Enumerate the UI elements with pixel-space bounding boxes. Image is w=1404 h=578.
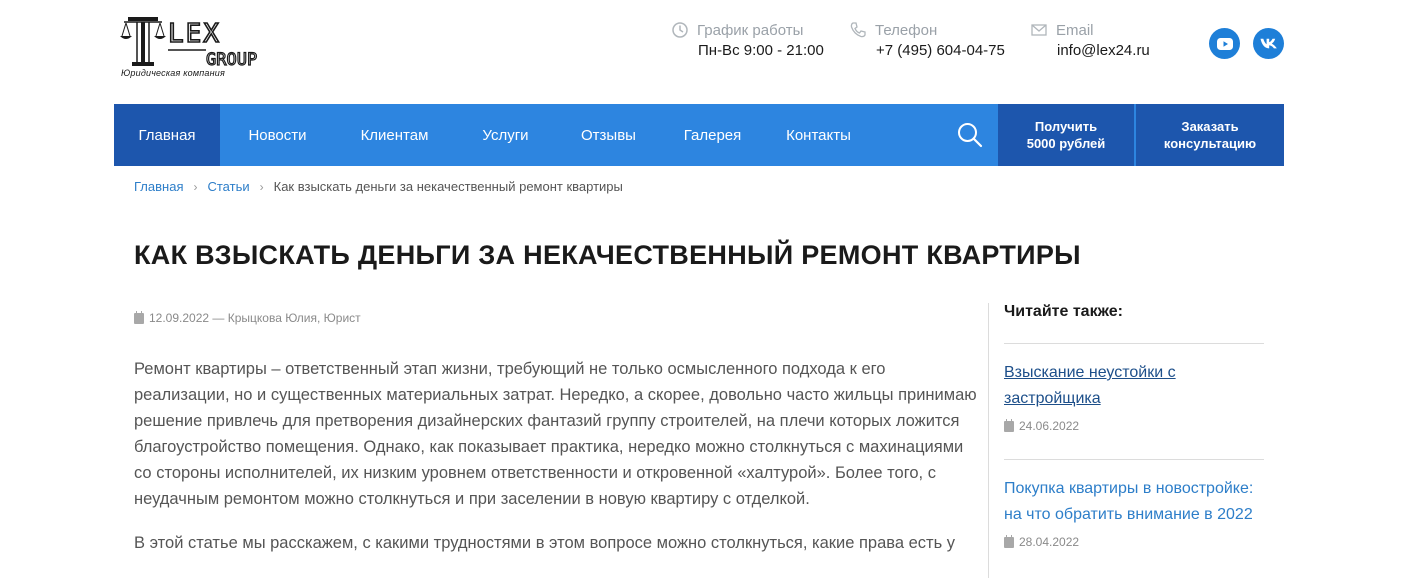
svg-text:GROUP: GROUP — [206, 50, 257, 70]
sidebar-item-date: 24.06.2022 — [1004, 417, 1264, 435]
phone-block: Телефон +7 (495) 604-04-75 — [849, 20, 1005, 59]
nav-item-gallery[interactable]: Галерея — [660, 104, 765, 166]
article-body: Ремонт квартиры – ответственный этап жиз… — [134, 356, 979, 574]
article-paragraph: В этой статье мы расскажем, с какими тру… — [134, 534, 956, 552]
order-consultation-button[interactable]: Заказать консультацию — [1136, 104, 1284, 166]
schedule-block: График работы Пн-Вс 9:00 - 21:00 — [671, 20, 824, 59]
logo-icon: LEX GROUP — [120, 17, 258, 71]
sidebar-title: Читайте также: — [1004, 303, 1123, 320]
article-paragraph: Ремонт квартиры – ответственный этап жиз… — [134, 360, 977, 508]
get-5000-button[interactable]: Получить 5000 рублей — [998, 104, 1134, 166]
nav-item-contacts[interactable]: Контакты — [765, 104, 872, 166]
email-value[interactable]: info@lex24.ru — [1030, 42, 1150, 59]
calendar-icon — [1004, 418, 1014, 432]
clock-icon — [672, 22, 688, 38]
get-5000-line2: 5000 рублей — [1026, 136, 1106, 151]
main-nav: Главная Новости Клиентам Услуги Отзывы Г… — [114, 104, 1284, 166]
sidebar-item-link[interactable]: Взыскание неустойки с застройщика — [1004, 360, 1264, 412]
order-consultation-line2: консультацию — [1163, 136, 1257, 151]
email-block: Email info@lex24.ru — [1030, 20, 1150, 59]
youtube-link[interactable] — [1209, 28, 1240, 59]
nav-item-clients[interactable]: Клиентам — [335, 104, 454, 166]
page-title: КАК ВЗЫСКАТЬ ДЕНЬГИ ЗА НЕКАЧЕСТВЕННЫЙ РЕ… — [134, 240, 1081, 270]
calendar-icon — [134, 310, 144, 324]
schedule-value: Пн-Вс 9:00 - 21:00 — [698, 42, 824, 59]
nav-item-reviews[interactable]: Отзывы — [557, 104, 660, 166]
breadcrumb-home[interactable]: Главная — [134, 179, 183, 194]
nav-item-home[interactable]: Главная — [114, 104, 220, 166]
phone-icon — [850, 22, 866, 38]
sidebar-item: Взыскание неустойки с застройщика 24.06.… — [1004, 343, 1264, 459]
search-icon — [958, 123, 983, 148]
youtube-icon — [1216, 37, 1233, 50]
breadcrumb-current: Как взыскать деньги за некачественный ре… — [273, 179, 623, 194]
envelope-icon — [1031, 24, 1047, 36]
sidebar: Читайте также: Взыскание неустойки с зас… — [1004, 303, 1264, 578]
sidebar-item: Покупка квартиры в новостройке: на что о… — [1004, 459, 1264, 578]
chevron-right-icon: › — [193, 179, 198, 194]
logo-subtitle: Юридическая компания — [121, 68, 225, 78]
nav-item-news[interactable]: Новости — [220, 104, 335, 166]
sidebar-item-link[interactable]: Покупка квартиры в новостройке: на что о… — [1004, 476, 1264, 528]
nav-item-services[interactable]: Услуги — [454, 104, 557, 166]
article-meta: 12.09.2022 — Крыцкова Юлия, Юрист — [134, 310, 361, 325]
breadcrumb: Главная › Статьи › Как взыскать деньги з… — [134, 179, 623, 194]
breadcrumb-articles[interactable]: Статьи — [207, 179, 249, 194]
sidebar-item-date-text: 28.04.2022 — [1019, 535, 1080, 549]
chevron-right-icon: › — [259, 179, 264, 194]
email-label: Email — [1056, 21, 1094, 39]
svg-text:LEX: LEX — [168, 19, 221, 49]
search-button[interactable] — [940, 104, 1000, 166]
article-meta-text: 12.09.2022 — Крыцкова Юлия, Юрист — [149, 311, 361, 325]
phone-value[interactable]: +7 (495) 604-04-75 — [849, 42, 1005, 59]
sidebar-item-date: 28.04.2022 — [1004, 533, 1264, 551]
sidebar-divider — [988, 303, 989, 578]
phone-label: Телефон — [875, 21, 938, 39]
schedule-label: График работы — [697, 21, 804, 39]
sidebar-item-date-text: 24.06.2022 — [1019, 419, 1080, 433]
vk-link[interactable] — [1253, 28, 1284, 59]
calendar-icon — [1004, 534, 1014, 548]
site-header: LEX GROUP Юридическая компания График ра… — [0, 0, 1404, 104]
get-5000-line1: Получить — [1034, 119, 1098, 134]
vk-icon — [1260, 38, 1277, 49]
order-consultation-line1: Заказать — [1181, 119, 1239, 134]
